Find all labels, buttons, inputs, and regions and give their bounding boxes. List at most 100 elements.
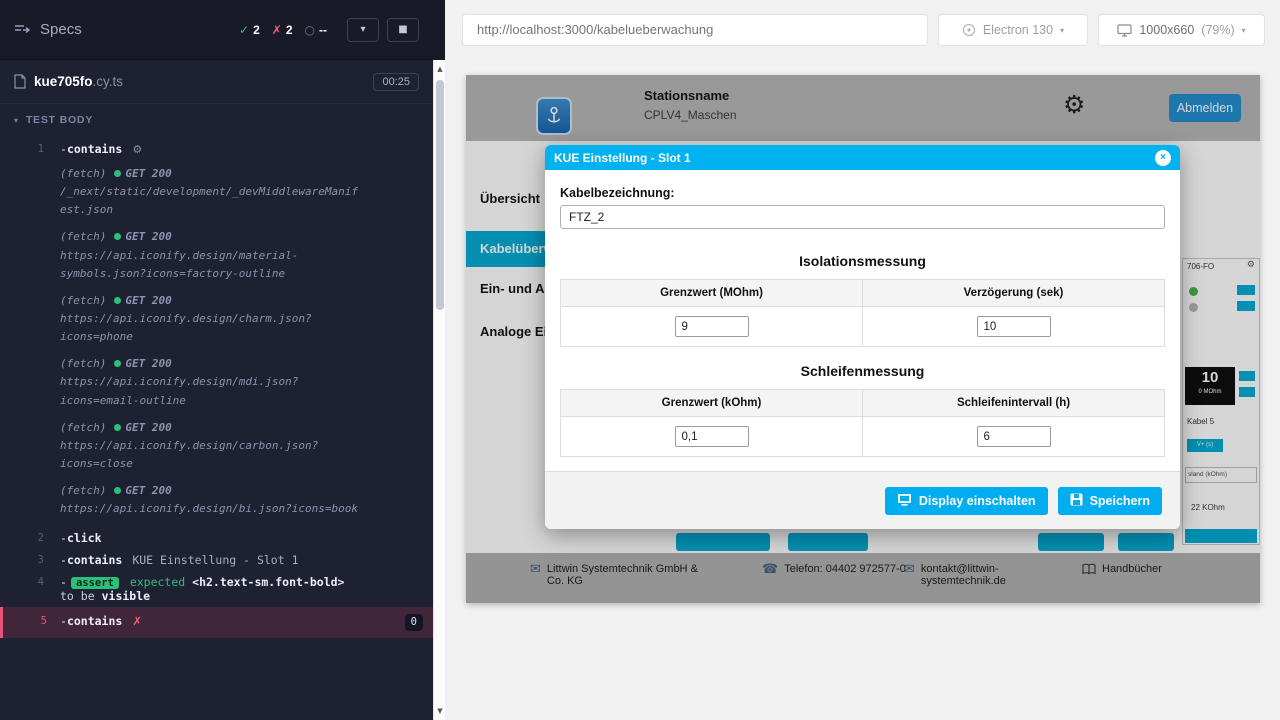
gear-icon: ⚙ <box>132 143 142 156</box>
close-icon[interactable]: × <box>1155 150 1171 166</box>
match-count-badge: 0 <box>405 614 423 631</box>
stop-run-button[interactable]: ■ <box>387 18 419 42</box>
test-body-section[interactable]: ▾ TEST BODY <box>0 104 433 134</box>
fetch-log: (fetch)GET 200 https://api.iconify.desig… <box>60 482 425 518</box>
save-button-label: Speichern <box>1090 494 1150 508</box>
fetch-prefix: (fetch) <box>60 230 106 243</box>
scrollbar-thumb[interactable] <box>436 80 444 310</box>
check-icon: ✓ <box>239 23 249 37</box>
failed-stat: ✗ 2 <box>272 23 293 37</box>
assert-selector: <h2.text-sm.font-bold> <box>192 575 344 589</box>
fetch-status: GET 200 <box>125 357 171 370</box>
command-dash: - <box>60 142 67 156</box>
display-icon <box>897 493 912 509</box>
loop-interval-input[interactable] <box>977 426 1051 447</box>
command-dash: - <box>60 553 67 567</box>
command-click[interactable]: 2 -click <box>0 527 433 549</box>
status-dot <box>114 297 121 304</box>
scroll-down-arrow[interactable]: ▼ <box>434 704 446 718</box>
pending-count: -- <box>319 23 327 37</box>
spec-timer: 00:25 <box>373 73 419 91</box>
loop-limit-cell <box>561 417 863 457</box>
spec-row[interactable]: kue705fo .cy.ts 00:25 <box>0 60 433 104</box>
specs-label[interactable]: Specs <box>40 21 82 38</box>
fetch-log: (fetch)GET 200 https://api.iconify.desig… <box>60 355 425 409</box>
isolation-limit-header: Grenzwert (MOhm) <box>561 280 863 307</box>
command-name: click <box>67 531 102 545</box>
stop-icon: ■ <box>398 24 407 35</box>
fetch-status: GET 200 <box>125 230 171 243</box>
isolation-section-title: Isolationsmessung <box>560 253 1165 269</box>
reporter-scrollbar[interactable]: ▲ ▼ <box>433 60 445 720</box>
chevron-down-icon: ▾ <box>360 24 365 35</box>
isolation-limit-input[interactable] <box>675 316 749 337</box>
status-dot <box>114 170 121 177</box>
command-dash: - <box>60 575 67 589</box>
command-name: contains <box>67 142 122 156</box>
command-contains-2[interactable]: 3 -contains KUE Einstellung - Slot 1 <box>0 549 433 571</box>
command-contains-failed[interactable]: 5 -contains✗ 0 <box>0 607 433 638</box>
viewport-icon <box>1117 24 1132 37</box>
reporter-header-extension <box>433 0 445 60</box>
display-on-button[interactable]: Display einschalten <box>885 487 1048 515</box>
modal-header: KUE Einstellung - Slot 1 × <box>545 145 1180 170</box>
fail-cross-icon: ✗ <box>132 614 142 628</box>
fetch-status: GET 200 <box>125 167 171 180</box>
assert-visible: visible <box>102 589 150 603</box>
browser-selector[interactable]: Electron 130 ▾ <box>938 14 1088 46</box>
command-argument: KUE Einstellung - Slot 1 <box>132 553 298 567</box>
app-under-test: Stationsname CPLV4_Maschen ⚙ Abmelden Üb… <box>466 75 1260 603</box>
isolation-table: Grenzwert (MOhm) Verzögerung (sek) <box>560 279 1165 347</box>
fetch-url: https://api.iconify.design/material-symb… <box>60 247 360 283</box>
chevron-down-icon: ▾ <box>1242 26 1246 35</box>
command-number: 1 <box>0 142 44 155</box>
url-bar[interactable]: http://localhost:3000/kabelueberwachung <box>462 14 928 46</box>
fetch-url: https://api.iconify.design/bi.json?icons… <box>60 500 360 518</box>
command-number: 5 <box>3 614 47 627</box>
command-number: 4 <box>0 575 44 588</box>
kue-settings-modal: KUE Einstellung - Slot 1 × Kabelbezeichn… <box>545 145 1180 529</box>
status-dot <box>114 487 121 494</box>
pending-stat: ○ -- <box>305 23 327 37</box>
fetch-url: https://api.iconify.design/mdi.json?icon… <box>60 373 360 409</box>
command-contains-1[interactable]: 1 -contains ⚙ <box>0 138 433 160</box>
command-name: contains <box>67 553 122 567</box>
fetch-status: GET 200 <box>125 484 171 497</box>
spec-name: kue705fo <box>34 74 93 89</box>
passed-count: 2 <box>253 23 260 37</box>
modal-body: Kabelbezeichnung: Isolationsmessung Gren… <box>545 170 1180 457</box>
fetch-url: https://api.iconify.design/charm.json?ic… <box>60 310 360 346</box>
reporter-header: Specs ✓ 2 ✗ 2 ○ -- ▾ ■ <box>0 0 433 60</box>
status-dot <box>114 233 121 240</box>
loop-limit-input[interactable] <box>675 426 749 447</box>
loop-limit-header: Grenzwert (kOhm) <box>561 390 863 417</box>
status-dot <box>114 360 121 367</box>
specs-menu-icon[interactable] <box>14 24 30 36</box>
loop-interval-cell <box>863 417 1165 457</box>
pending-icon: ○ <box>305 23 315 37</box>
spec-extension: .cy.ts <box>93 74 124 89</box>
cypress-reporter: Specs ✓ 2 ✗ 2 ○ -- ▾ ■ kue705fo .cy.ts <box>0 0 433 720</box>
assert-be: be <box>81 589 95 603</box>
cable-designation-label: Kabelbezeichnung: <box>560 186 1165 200</box>
cable-designation-input[interactable] <box>560 205 1165 229</box>
collapse-all-button[interactable]: ▾ <box>347 18 379 42</box>
screen: Specs ✓ 2 ✗ 2 ○ -- ▾ ■ kue705fo .cy.ts <box>0 0 1280 720</box>
display-button-label: Display einschalten <box>919 494 1036 508</box>
fetch-log: (fetch)GET 200 https://api.iconify.desig… <box>60 292 425 346</box>
save-button[interactable]: Speichern <box>1058 487 1162 515</box>
scroll-up-arrow[interactable]: ▲ <box>434 62 446 76</box>
command-assert[interactable]: 4 -assert expected <h2.text-sm.font-bold… <box>0 571 433 607</box>
loop-section-title: Schleifenmessung <box>560 363 1165 379</box>
isolation-delay-cell <box>863 307 1165 347</box>
viewport-selector[interactable]: 1000x660 (79%) ▾ <box>1098 14 1265 46</box>
fetch-log: (fetch)GET 200 https://api.iconify.desig… <box>60 419 425 473</box>
isolation-delay-input[interactable] <box>977 316 1051 337</box>
status-dot <box>114 424 121 431</box>
browser-name: Electron 130 <box>983 23 1053 37</box>
command-dash: - <box>60 531 67 545</box>
command-log: 1 -contains⚙ (fetch)GET 200 /_next/stati… <box>0 134 433 638</box>
floppy-disk-icon <box>1070 493 1083 509</box>
passed-stat: ✓ 2 <box>239 23 260 37</box>
command-number: 3 <box>0 553 44 566</box>
